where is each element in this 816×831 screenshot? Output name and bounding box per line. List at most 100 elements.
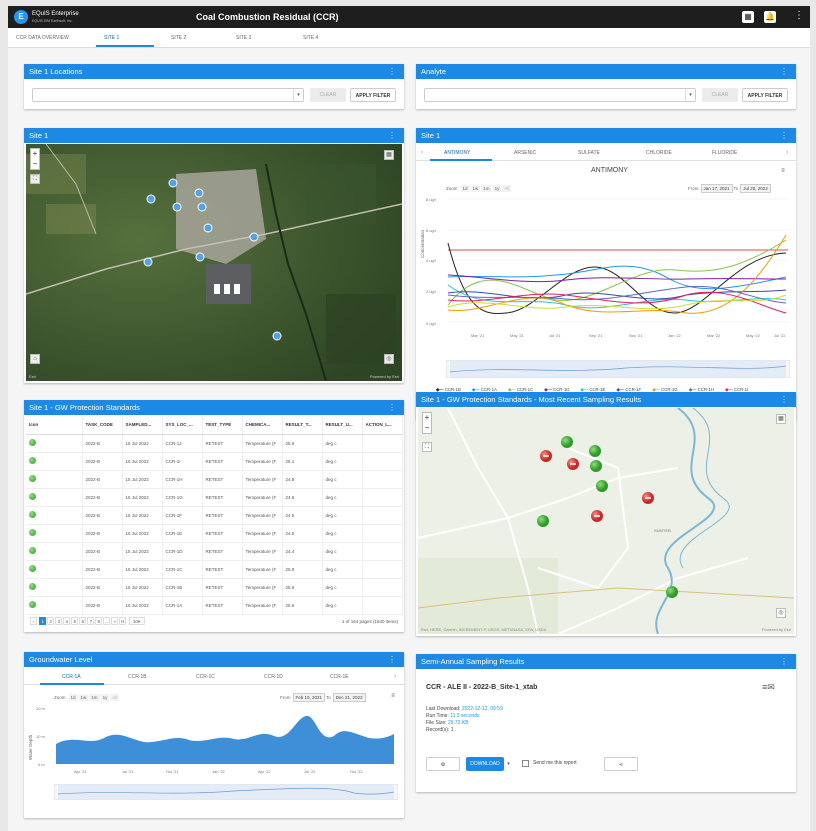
- table-row[interactable]: 2022-B 15 Jul 2022 CCR-1I RETEST Temperature…: [26, 452, 403, 471]
- column-header[interactable]: TASK_CODE: [82, 416, 123, 435]
- tab-arsenic[interactable]: ARSENIC: [514, 150, 536, 156]
- from-date-input[interactable]: Jan 17, 2021: [700, 184, 733, 193]
- column-header[interactable]: Icon: [26, 416, 83, 435]
- tab-fluoride[interactable]: FLUORIDE: [712, 150, 737, 156]
- result-marker-ok[interactable]: [596, 480, 608, 492]
- result-marker-ok[interactable]: [561, 436, 573, 448]
- share-button[interactable]: ⋖: [604, 757, 638, 771]
- table-row[interactable]: 2022-B 15 Jul 2022 CCR-1H RETEST Temperature…: [26, 470, 403, 489]
- column-header[interactable]: SAMPLED...: [122, 416, 163, 435]
- table-row[interactable]: 2022-B 15 Jul 2022 CCR-1F RETEST Temperature…: [26, 506, 403, 525]
- zoom-1d-button[interactable]: 1d: [460, 185, 470, 192]
- page-size-select[interactable]: 10▾: [128, 617, 145, 625]
- page-button[interactable]: 7: [87, 617, 95, 625]
- chevron-left-icon[interactable]: ‹: [421, 149, 423, 156]
- well-marker[interactable]: [272, 331, 282, 341]
- table-row[interactable]: 2022-B 15 Jul 2022 CCR-1J RETEST Temperature…: [26, 434, 403, 453]
- dashboard-icon[interactable]: ▦: [742, 11, 754, 23]
- page-button[interactable]: 8: [95, 617, 103, 625]
- panel-menu-icon[interactable]: ⋮: [780, 64, 788, 79]
- zoom-1w-button[interactable]: 1w: [470, 185, 481, 192]
- to-date-input[interactable]: Dec 21, 2022: [332, 693, 366, 702]
- chart-menu-icon[interactable]: ≡: [388, 692, 398, 702]
- zoom-1d-button[interactable]: 1d: [68, 694, 78, 701]
- column-header[interactable]: RESULT_U...: [322, 416, 363, 435]
- prev-page-button[interactable]: ‹: [30, 617, 37, 625]
- satellite-map[interactable]: + − ⛶ ▦ ⌂ ◎ Esri Powered by Esri: [26, 144, 402, 381]
- table-row[interactable]: 2022-B 15 Jul 2022 CCR-1G RETEST Temperature…: [26, 488, 403, 507]
- column-header[interactable]: SYS_LOC_...: [162, 416, 203, 435]
- panel-menu-icon[interactable]: ⋮: [780, 654, 788, 669]
- tab-ccr-1b[interactable]: CCR-1B: [128, 674, 147, 680]
- table-row[interactable]: 2022-B 15 Jul 2022 CCR-1C RETEST Temperature…: [26, 560, 403, 579]
- well-marker[interactable]: [146, 194, 156, 204]
- street-map[interactable]: + − ⛶ ▦ ◎ SUMTER Esri, HERE, Garmin, INC…: [418, 408, 794, 634]
- tab-ccr-1a[interactable]: CCR-1A: [62, 674, 81, 680]
- page-button[interactable]: H: [119, 617, 127, 625]
- zoom-1m-button[interactable]: 1m: [89, 694, 100, 701]
- well-marker[interactable]: [203, 223, 213, 233]
- column-header[interactable]: ACTION_L...: [362, 416, 403, 435]
- page-button[interactable]: 4: [63, 617, 71, 625]
- download-options-chevron-icon[interactable]: ▾: [504, 757, 513, 771]
- table-row[interactable]: 2022-B 15 Jul 2022 CCR-1B RETEST Temperature…: [26, 578, 403, 597]
- chart-navigator[interactable]: [54, 784, 398, 800]
- tab-ccr-1c[interactable]: CCR-1C: [196, 674, 215, 680]
- chevron-right-icon[interactable]: ›: [786, 149, 788, 156]
- locations-clear-button[interactable]: CLEAR: [310, 88, 346, 102]
- well-marker[interactable]: [168, 178, 178, 188]
- panel-menu-icon[interactable]: ⋮: [388, 64, 396, 79]
- analyte-clear-button[interactable]: CLEAR: [702, 88, 738, 102]
- analyte-apply-filter-button[interactable]: APPLY FILTER: [742, 88, 788, 102]
- to-date-input[interactable]: Jul 20, 2022: [740, 184, 771, 193]
- table-row[interactable]: 2022-B 15 Jul 2022 CCR-1D RETEST Temperature…: [26, 542, 403, 561]
- zoom-1w-button[interactable]: 1w: [78, 694, 89, 701]
- page-button[interactable]: 5: [71, 617, 79, 625]
- well-marker[interactable]: [194, 188, 204, 198]
- chart-navigator[interactable]: [446, 360, 790, 378]
- tab-ccr-data-overview[interactable]: CCR DATA OVERVIEW: [16, 35, 69, 41]
- settings-button[interactable]: ⚙: [426, 757, 460, 771]
- zoom-1m-button[interactable]: 1m: [481, 185, 492, 192]
- more-vert-icon[interactable]: ⋮: [794, 10, 804, 21]
- zoom-1y-button[interactable]: 1y: [100, 694, 110, 701]
- well-marker[interactable]: [172, 202, 182, 212]
- well-marker[interactable]: [249, 232, 259, 242]
- from-date-input[interactable]: Feb 10, 2021: [292, 693, 326, 702]
- chevron-right-icon[interactable]: ›: [394, 673, 396, 680]
- analyte-select[interactable]: ▾: [424, 88, 696, 102]
- well-marker[interactable]: [197, 202, 207, 212]
- column-header[interactable]: CHEMICA...: [242, 416, 283, 435]
- result-marker-ok[interactable]: [537, 515, 549, 527]
- tab-site-4[interactable]: SITE 4: [303, 35, 318, 41]
- panel-menu-icon[interactable]: ⋮: [388, 128, 396, 143]
- chart-menu-icon[interactable]: ≡: [778, 167, 788, 177]
- tab-site-1[interactable]: SITE 1: [104, 35, 119, 41]
- zoom-1y-button[interactable]: 1y: [492, 185, 502, 192]
- tab-ccr-1d[interactable]: CCR-1D: [264, 674, 283, 680]
- page-button[interactable]: »: [111, 617, 119, 625]
- locations-apply-filter-button[interactable]: APPLY FILTER: [350, 88, 396, 102]
- tab-site-2[interactable]: SITE 2: [171, 35, 186, 41]
- table-row[interactable]: 2022-B 15 Jul 2022 CCR-1A RETEST Temperature…: [26, 596, 403, 615]
- alert-bell-icon[interactable]: 🔔: [764, 11, 776, 23]
- page-button[interactable]: 3: [55, 617, 63, 625]
- table-row[interactable]: 2022-B 15 Jul 2022 CCR-1E RETEST Temperature…: [26, 524, 403, 543]
- panel-menu-icon[interactable]: ⋮: [780, 128, 788, 143]
- page-button[interactable]: 2: [47, 617, 55, 625]
- column-header[interactable]: TEST_TYPE: [202, 416, 243, 435]
- well-marker[interactable]: [143, 257, 153, 267]
- send-me-report-checkbox[interactable]: [522, 760, 529, 767]
- tab-ccr-1e[interactable]: CCR-1E: [330, 674, 349, 680]
- tab-antimony[interactable]: ANTIMONY: [444, 150, 470, 156]
- download-button[interactable]: DOWNLOAD: [466, 757, 504, 771]
- well-marker[interactable]: [195, 252, 205, 262]
- zoom-all-button[interactable]: All: [502, 185, 512, 192]
- tab-site-3[interactable]: SITE 3: [236, 35, 251, 41]
- page-button[interactable]: 6: [79, 617, 87, 625]
- panel-menu-icon[interactable]: ⋮: [388, 652, 396, 667]
- page-button[interactable]: ...: [103, 617, 111, 625]
- column-header[interactable]: RESULT_T...: [282, 416, 323, 435]
- tab-chloride[interactable]: CHLORIDE: [646, 150, 672, 156]
- tab-sulfate[interactable]: SULFATE: [578, 150, 600, 156]
